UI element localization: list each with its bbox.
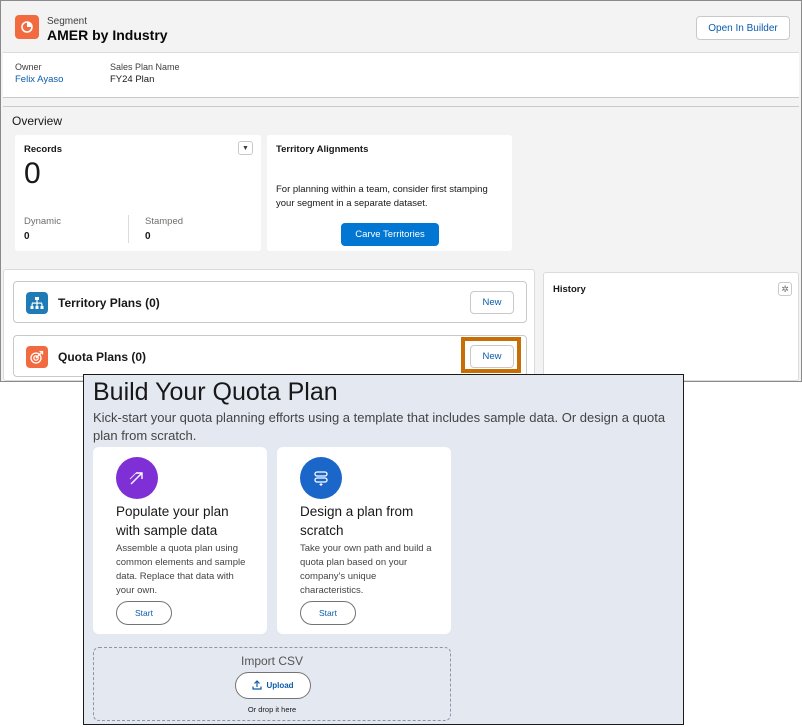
sample-data-description: Assemble a quota plan using common eleme…: [116, 543, 246, 596]
records-total: 0: [24, 157, 41, 190]
records-card: Records ▼ 0 Dynamic 0 Stamped 0: [15, 135, 261, 251]
overview-title: Overview: [12, 114, 63, 128]
territory-plans-title: Territory Plans (0): [58, 296, 160, 310]
territory-alignments-card: Territory Alignments For planning within…: [267, 135, 512, 251]
sales-plan-value: FY24 Plan: [110, 74, 155, 85]
segment-icon: [15, 15, 39, 39]
hierarchy-icon: [26, 292, 48, 314]
gear-icon: ✲: [781, 283, 789, 294]
scratch-title: Design a plan from scratch: [300, 504, 414, 538]
history-title: History: [553, 284, 586, 295]
start-sample-button[interactable]: Start: [116, 601, 172, 625]
history-card: History ✲: [543, 272, 799, 381]
territory-plans-card: Territory Plans (0) New: [13, 281, 527, 323]
csv-dropzone[interactable]: Import CSV Upload Or drop it here: [93, 647, 451, 721]
quota-plans-title: Quota Plans (0): [58, 350, 147, 364]
alignments-text: For planning within a team, consider fir…: [276, 184, 488, 209]
segment-kicker: Segment: [47, 16, 88, 27]
header-bar: Segment AMER by Industry Open In Builder: [3, 3, 799, 53]
records-title: Records: [24, 144, 63, 155]
history-settings-button[interactable]: ✲: [778, 282, 792, 296]
page-title: AMER by Industry: [47, 27, 168, 43]
dynamic-value: 0: [24, 231, 30, 242]
sample-data-title: Populate your plan with sample data: [116, 504, 229, 538]
chevron-down-icon: ▼: [242, 144, 249, 152]
stamped-value: 0: [145, 231, 151, 242]
drop-hint: Or drop it here: [247, 705, 297, 714]
arrow-up-right-icon: [116, 457, 158, 499]
divider: [128, 215, 129, 243]
plans-panel: Territory Plans (0) New Quota Plans (0) …: [3, 269, 535, 381]
alignments-title: Territory Alignments: [276, 144, 369, 155]
import-csv-title: Import CSV: [240, 654, 303, 668]
highlight-box: [461, 337, 521, 373]
owner-label: Owner: [15, 62, 42, 72]
sample-data-tile: Populate your plan with sample data Asse…: [93, 447, 267, 634]
carve-territories-button[interactable]: Carve Territories: [341, 223, 439, 246]
layers-icon: [300, 457, 342, 499]
sales-plan-label: Sales Plan Name: [110, 62, 180, 72]
quota-plans-card: Quota Plans (0) New: [13, 335, 527, 377]
build-quota-plan-panel: Build Your Quota Plan Kick-start your qu…: [83, 374, 684, 725]
start-scratch-button[interactable]: Start: [300, 601, 356, 625]
build-subtitle: Kick-start your quota planning efforts u…: [93, 410, 666, 443]
records-dropdown-button[interactable]: ▼: [238, 141, 253, 155]
upload-icon: [252, 679, 263, 692]
segment-page: Segment AMER by Industry Open In Builder…: [0, 0, 802, 382]
target-icon: [26, 346, 48, 368]
build-title: Build Your Quota Plan: [93, 378, 338, 406]
dynamic-label: Dynamic: [24, 216, 61, 227]
segment-header: Segment AMER by Industry Open In Builder…: [3, 3, 799, 98]
new-territory-plan-button[interactable]: New: [470, 291, 514, 314]
overview-section: Overview Records ▼ 0 Dynamic 0 Stamped 0…: [3, 106, 799, 260]
upload-label: Upload: [266, 681, 294, 690]
upload-button[interactable]: Upload: [235, 672, 311, 699]
stamped-label: Stamped: [145, 216, 184, 227]
open-in-builder-button[interactable]: Open In Builder: [696, 16, 790, 40]
owner-link[interactable]: Felix Ayaso: [15, 74, 63, 85]
scratch-description: Take your own path and build a quota pla…: [300, 543, 432, 596]
scratch-tile: Design a plan from scratch Take your own…: [277, 447, 451, 634]
